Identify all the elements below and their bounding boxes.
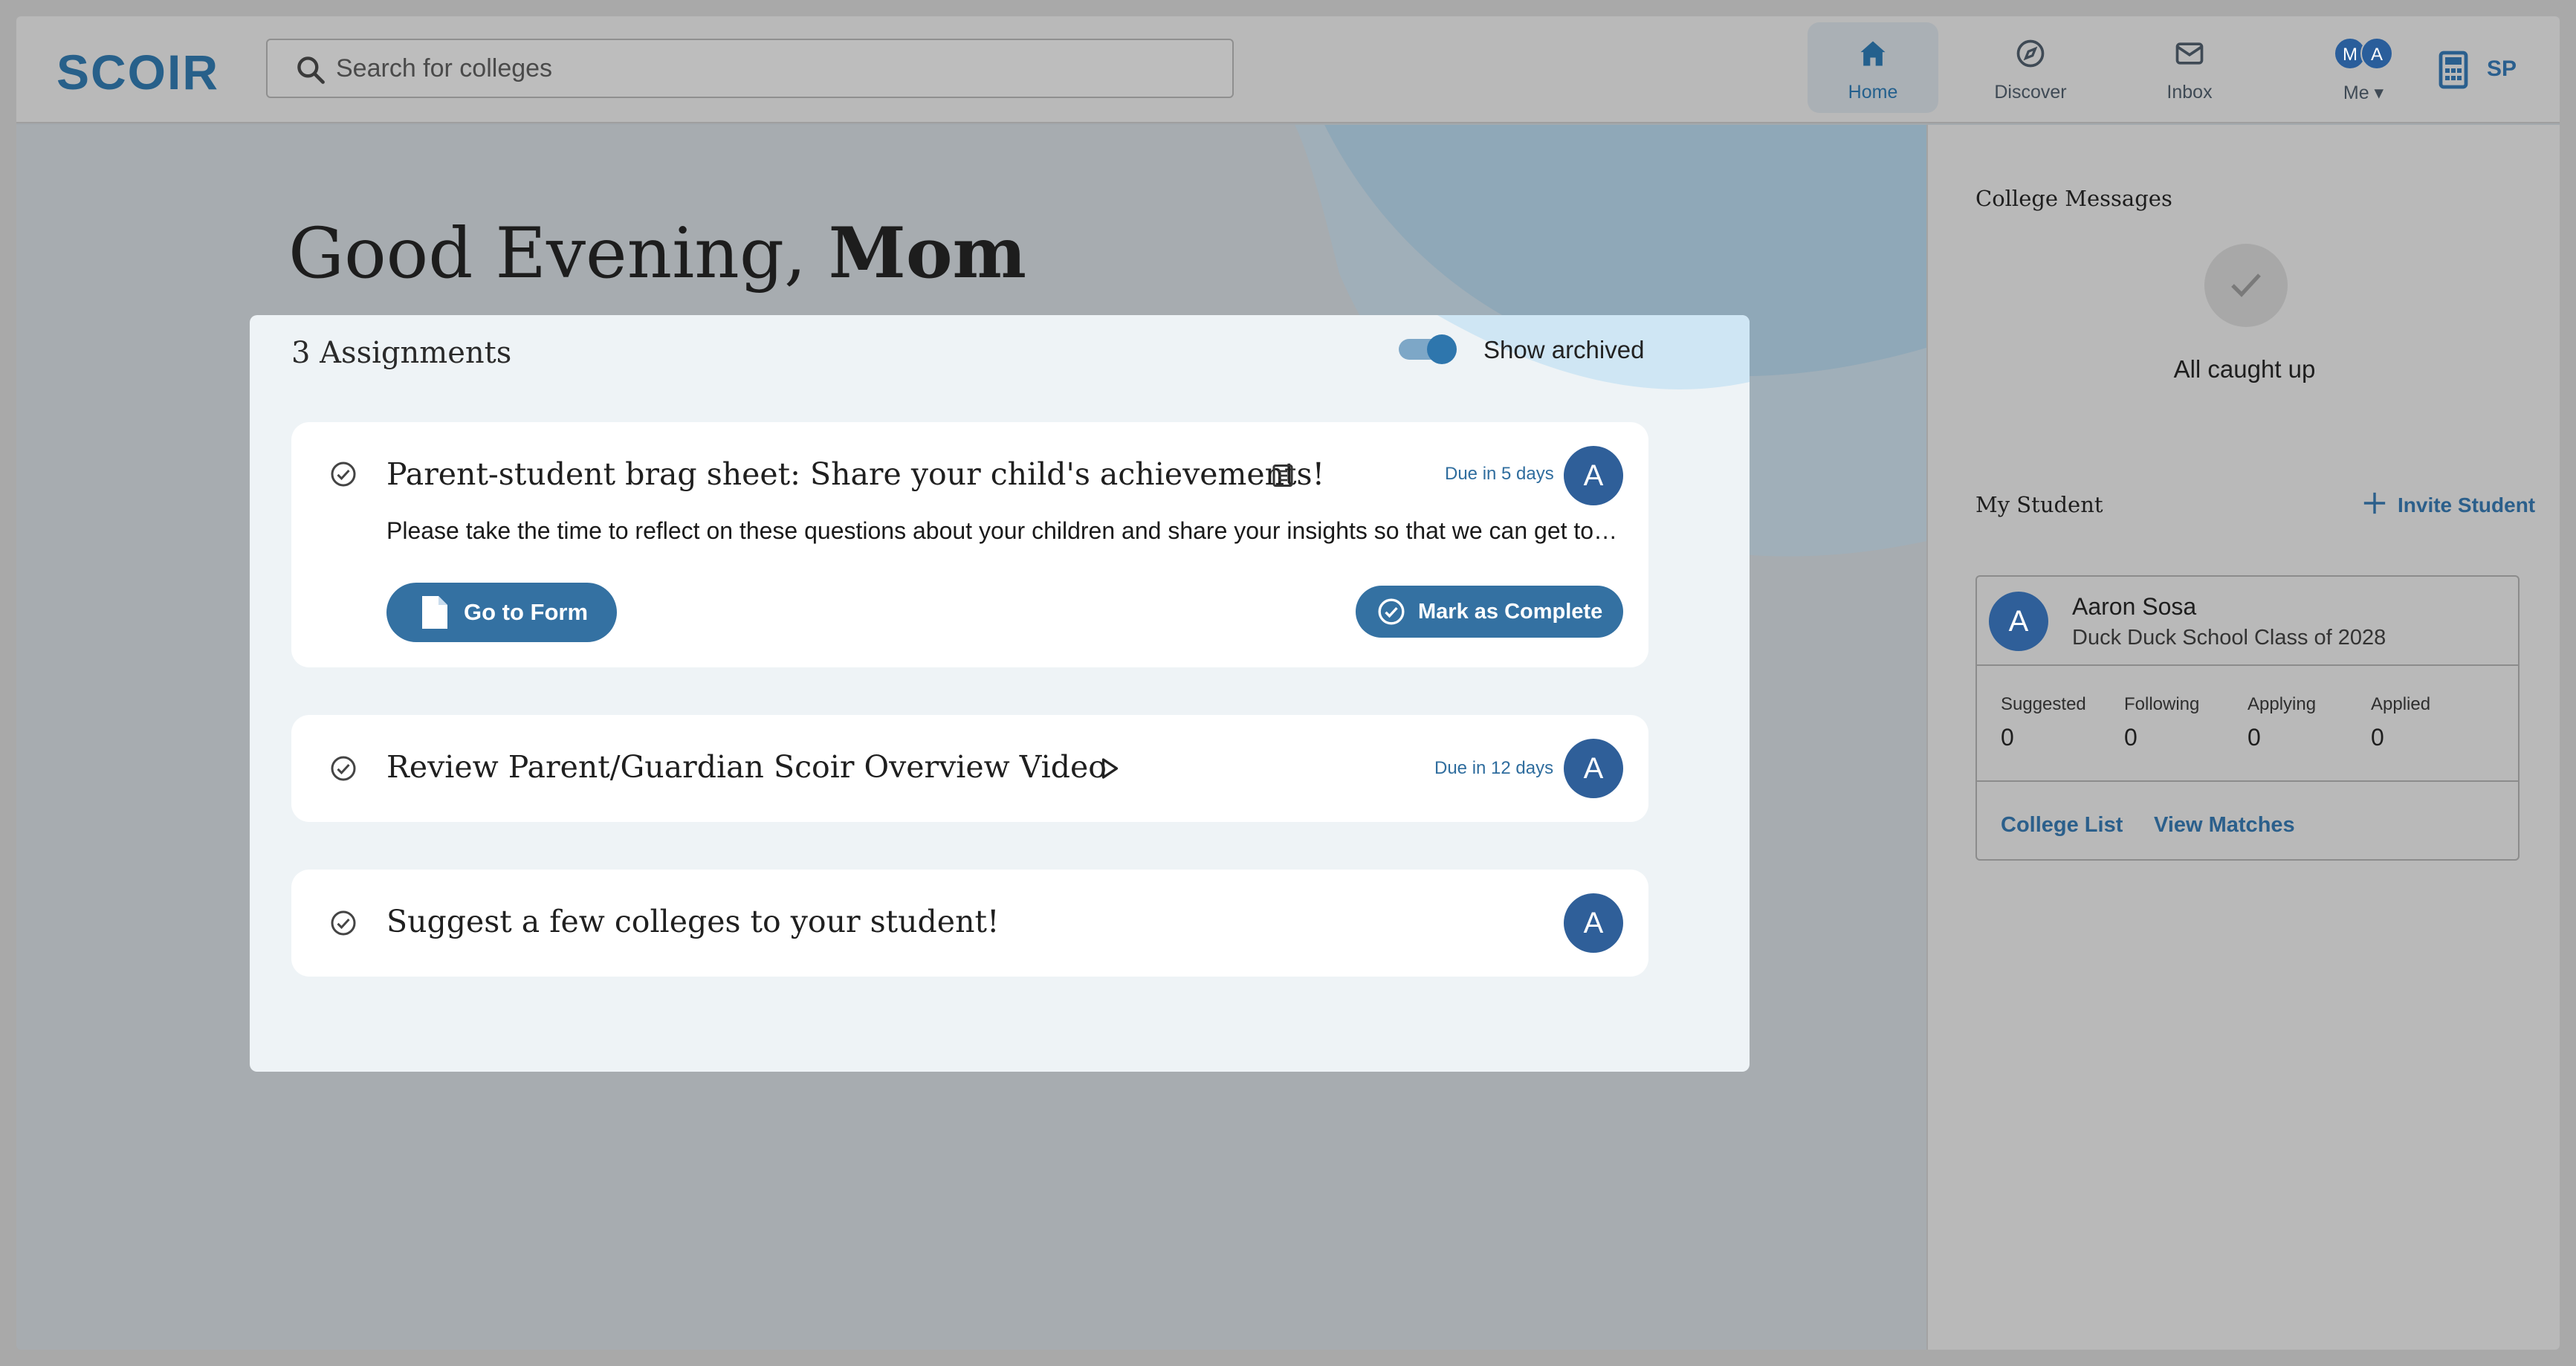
inbox-icon (2175, 42, 2204, 65)
checkmark-icon (2231, 273, 2261, 297)
toggle-knob (1427, 334, 1457, 364)
document-icon (422, 596, 447, 629)
nav-inbox-label: Inbox (2166, 82, 2213, 103)
assignments-panel: 3 Assignments Show archived Parent-stude… (250, 315, 1750, 1072)
go-to-form-button[interactable]: Go to Form (386, 583, 617, 642)
student-stats: Suggested 0 Following 0 Applying 0 Appli… (1977, 666, 2518, 782)
assignment-card[interactable]: Review Parent/Guardian Scoir Overview Vi… (291, 715, 1648, 822)
nav-discover-label: Discover (1994, 82, 2067, 103)
student-header[interactable]: A Aaron Sosa Duck Duck School Class of 2… (1977, 577, 2518, 666)
nav-inbox[interactable]: Inbox (2124, 22, 2255, 113)
stat-suggested: Suggested 0 (2001, 694, 2124, 751)
form-icon (1272, 464, 1293, 487)
mark-as-complete-button[interactable]: Mark as Complete (1356, 586, 1623, 638)
stat-value: 0 (2001, 724, 2014, 751)
app-window: SCOIR Home Discover (16, 16, 2560, 1350)
assignments-count: 3 Assignments (291, 336, 512, 370)
due-date: Due in 5 days (1445, 464, 1554, 484)
greeting-name: Mom (828, 213, 1026, 294)
check-circle-icon[interactable] (329, 908, 358, 938)
search-input[interactable] (336, 40, 1213, 97)
svg-text:SCOIR: SCOIR (56, 45, 219, 98)
nav-home-label: Home (1848, 82, 1898, 103)
stat-value: 0 (2124, 724, 2138, 751)
go-to-form-label: Go to Form (464, 599, 589, 625)
caught-up-text: All caught up (2173, 355, 2316, 383)
stat-applied: Applied 0 (2371, 694, 2494, 751)
college-messages-heading: College Messages (1975, 186, 2172, 211)
compass-icon (2016, 39, 2045, 68)
invite-student-button[interactable]: Invite Student (2362, 488, 2555, 520)
assignee-avatar: A (1564, 893, 1623, 953)
student-links: College List View Matches (2001, 813, 2521, 843)
scoir-logo-mark: SCOIR (56, 45, 219, 100)
assignment-description: Please take the time to reflect on these… (386, 517, 1620, 544)
nav-me[interactable]: M A Me ▾ (2298, 22, 2429, 113)
student-name: Aaron Sosa (2072, 593, 2197, 620)
me-avatars: M A (2334, 37, 2396, 71)
greeting-prefix: Good Evening, (288, 213, 829, 294)
invite-student-label: Invite Student (2398, 493, 2536, 517)
nav-home[interactable]: Home (1808, 22, 1938, 113)
my-student-heading: My Student (1975, 492, 2103, 517)
scoir-logo[interactable]: SCOIR (56, 45, 220, 100)
play-icon (1101, 758, 1119, 779)
stat-value: 0 (2371, 724, 2384, 751)
due-date: Due in 12 days (1434, 758, 1554, 778)
show-archived-label: Show archived (1483, 336, 1645, 363)
assignment-card[interactable]: Suggest a few colleges to your student! … (291, 870, 1648, 977)
main-content: Good Evening, Mom 3 Assignments Show arc… (16, 125, 1926, 1350)
sp-label: SP (2487, 56, 2517, 81)
mark-as-complete-label: Mark as Complete (1418, 600, 1603, 624)
stat-label: Applying (2247, 694, 2317, 714)
stat-label: Following (2124, 694, 2200, 714)
assignee-avatar: A (1564, 739, 1623, 798)
show-archived-toggle[interactable] (1399, 334, 1457, 364)
student-school: Duck Duck School Class of 2028 (2072, 626, 2386, 650)
stat-applying: Applying 0 (2247, 694, 2371, 751)
check-circle-icon[interactable] (329, 459, 358, 489)
view-matches-link[interactable]: View Matches (2154, 813, 2295, 838)
assignment-title[interactable]: Review Parent/Guardian Scoir Overview Vi… (386, 749, 1107, 785)
assignment-title[interactable]: Suggest a few colleges to your student! (386, 904, 999, 939)
nav-discover[interactable]: Discover (1965, 22, 2096, 113)
greeting-heading: Good Evening, Mom (288, 213, 1026, 294)
right-sidebar: College Messages All caught up My Studen… (1926, 125, 2560, 1350)
plus-icon (2363, 492, 2386, 514)
student-avatar: A (1989, 592, 2048, 651)
assignee-avatar: A (1564, 446, 1623, 505)
stat-label: Suggested (2001, 694, 2086, 714)
assignment-title[interactable]: Parent-student brag sheet: Share your ch… (386, 456, 1324, 492)
caught-up-badge (2204, 244, 2288, 327)
check-circle-icon (1378, 598, 1405, 625)
search-bar[interactable] (266, 39, 1234, 98)
search-icon (297, 56, 325, 84)
nav-me-label: Me ▾ (2343, 82, 2384, 103)
check-circle-icon[interactable] (329, 754, 358, 783)
assignment-card[interactable]: Parent-student brag sheet: Share your ch… (291, 422, 1648, 667)
stat-following: Following 0 (2124, 694, 2247, 751)
home-icon (1860, 41, 1886, 66)
stat-value: 0 (2247, 724, 2261, 751)
top-navbar: SCOIR Home Discover (16, 16, 2560, 123)
student-card: A Aaron Sosa Duck Duck School Class of 2… (1975, 575, 2520, 861)
calculator-icon (2439, 51, 2468, 89)
college-list-link[interactable]: College List (2001, 813, 2123, 838)
stat-label: Applied (2371, 694, 2431, 714)
school-profile-button[interactable]: SP (2438, 51, 2542, 95)
avatar-a: A (2360, 37, 2393, 70)
